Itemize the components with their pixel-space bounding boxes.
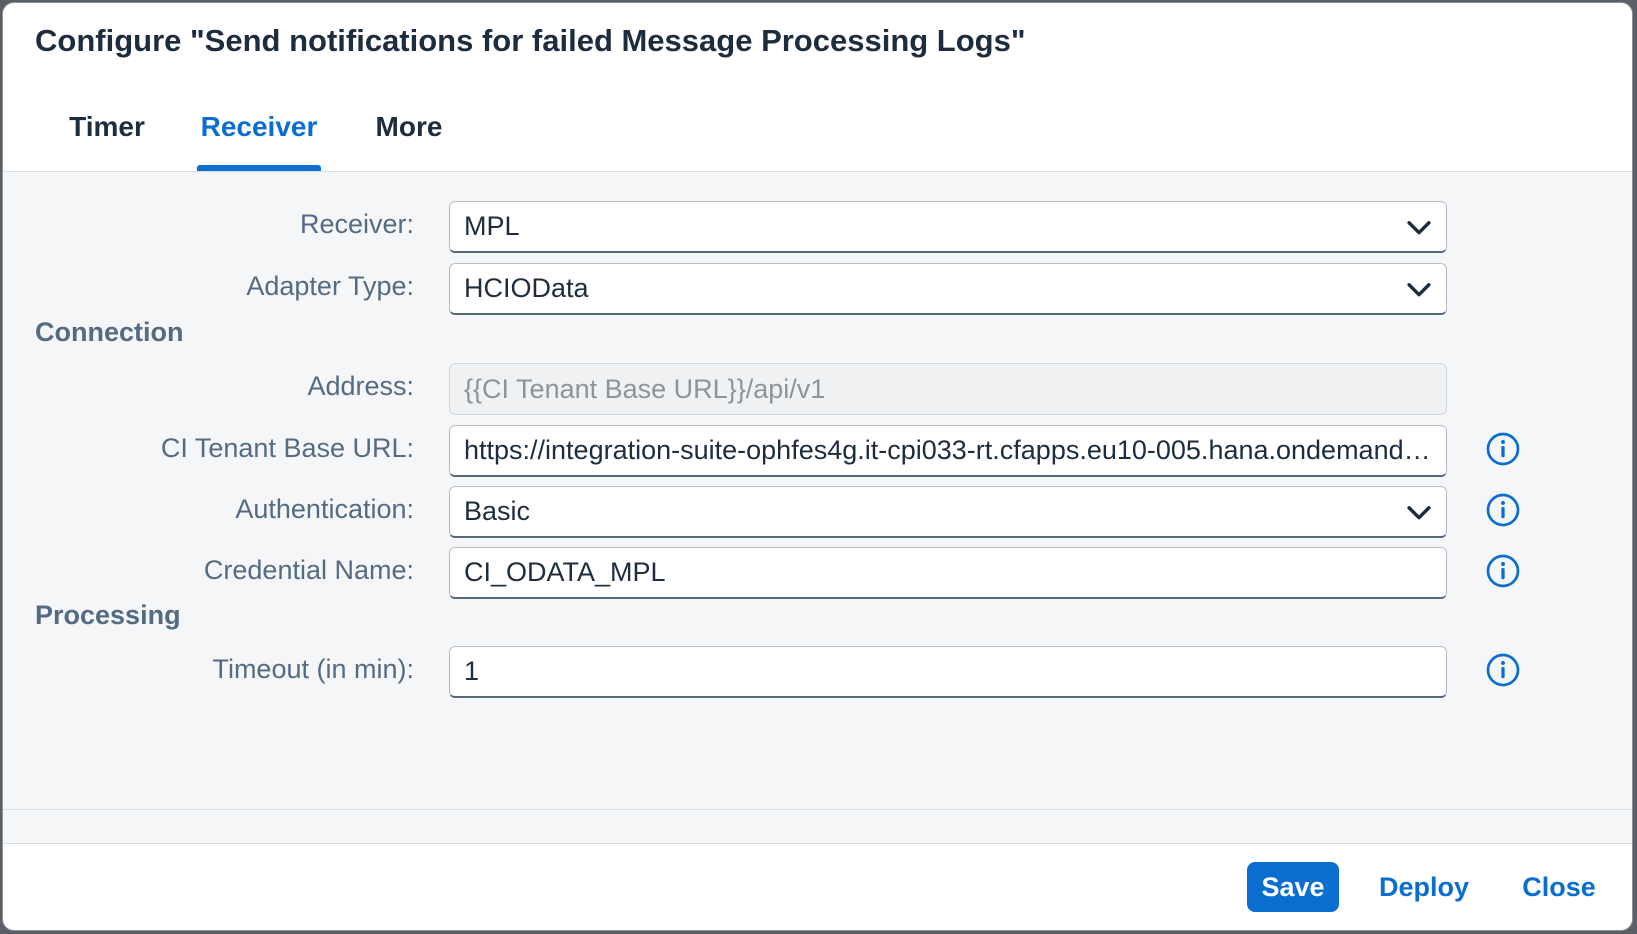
receiver-label: Receiver: — [299, 209, 414, 239]
adapter-type-label: Adapter Type: — [246, 271, 414, 301]
content-divider — [3, 809, 1632, 810]
chevron-down-icon — [1407, 282, 1431, 296]
info-icon[interactable] — [1485, 492, 1521, 528]
credential-name-value: CI_ODATA_MPL — [464, 557, 666, 587]
tenant-url-label: CI Tenant Base URL: — [160, 433, 414, 463]
credential-name-label: Credential Name: — [203, 555, 414, 585]
deploy-button[interactable]: Deploy — [1369, 862, 1479, 912]
credential-name-input[interactable]: CI_ODATA_MPL — [449, 547, 1447, 599]
address-input: {{CI Tenant Base URL}}/api/v1 — [449, 363, 1447, 415]
address-label: Address: — [307, 371, 414, 401]
info-icon[interactable] — [1485, 652, 1521, 688]
info-icon[interactable] — [1485, 553, 1521, 589]
dialog-footer: Save Deploy Close — [3, 843, 1632, 930]
tab-bar: Timer Receiver More — [3, 83, 1632, 172]
tab-timer[interactable]: Timer — [63, 83, 151, 171]
tab-receiver[interactable]: Receiver — [197, 83, 321, 171]
receiver-value: MPL — [464, 211, 520, 241]
chevron-down-icon — [1407, 220, 1431, 234]
timeout-label: Timeout (in min): — [212, 654, 414, 684]
receiver-select[interactable]: MPL — [449, 201, 1447, 253]
authentication-value: Basic — [464, 496, 531, 526]
connection-heading: Connection — [35, 317, 184, 347]
tenant-url-input[interactable]: https://integration-suite-ophfes4g.it-cp… — [449, 425, 1447, 477]
dialog-title: Configure "Send notifications for failed… — [35, 23, 1026, 58]
tab-more[interactable]: More — [373, 83, 445, 171]
authentication-select[interactable]: Basic — [449, 486, 1447, 538]
adapter-type-value: HCIOData — [464, 273, 589, 303]
configure-dialog: Configure "Send notifications for failed… — [2, 2, 1633, 931]
processing-heading: Processing — [35, 600, 181, 630]
authentication-label: Authentication: — [235, 494, 414, 524]
save-button[interactable]: Save — [1247, 862, 1339, 912]
close-button[interactable]: Close — [1511, 862, 1607, 912]
timeout-input[interactable]: 1 — [449, 646, 1447, 698]
chevron-down-icon — [1407, 505, 1431, 519]
address-value: {{CI Tenant Base URL}}/api/v1 — [464, 373, 826, 404]
dialog-header: Configure "Send notifications for failed… — [3, 3, 1632, 84]
tenant-url-value: https://integration-suite-ophfes4g.it-cp… — [464, 435, 1432, 465]
adapter-type-select[interactable]: HCIOData — [449, 263, 1447, 315]
info-icon[interactable] — [1485, 431, 1521, 467]
timeout-value: 1 — [464, 656, 480, 686]
